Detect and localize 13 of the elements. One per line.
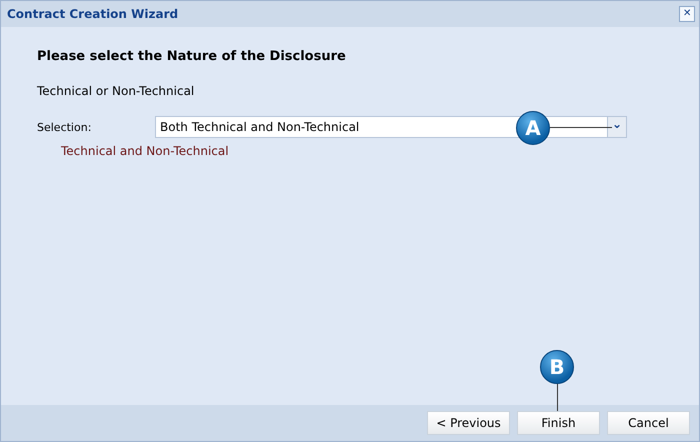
description-text: Technical and Non-Technical	[61, 144, 230, 158]
window-title: Contract Creation Wizard	[7, 7, 178, 21]
wizard-button[interactable]: Finish	[517, 411, 600, 435]
leader-line	[557, 383, 558, 411]
heading: Please select the Nature of the Disclosure	[37, 49, 347, 64]
wizard-button[interactable]: Cancel	[607, 411, 690, 435]
wizard-button[interactable]: < Previous	[427, 411, 510, 435]
leader-line	[550, 127, 612, 128]
field-label: Selection:	[37, 120, 92, 134]
subheading: Technical or Non-Technical	[37, 84, 196, 98]
close-button[interactable]: ✕	[679, 6, 695, 22]
callout-marker: A	[516, 111, 550, 145]
callout-marker: B	[540, 350, 574, 384]
